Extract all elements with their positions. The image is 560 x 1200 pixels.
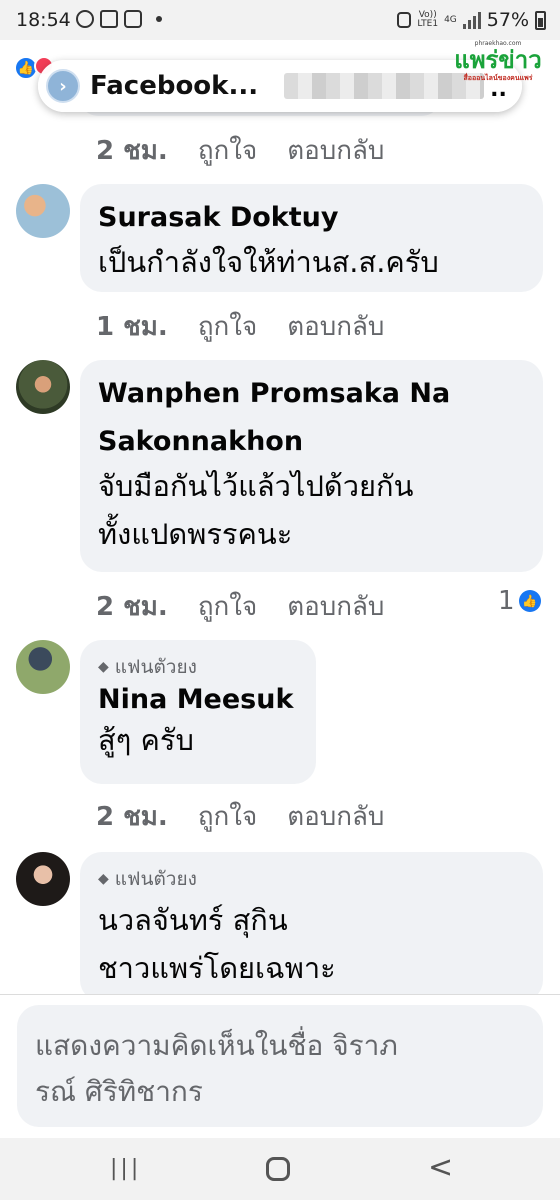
status-right-icons: Vo)) LTE1 4G 57% bbox=[397, 9, 546, 31]
tiktok-icon bbox=[124, 10, 142, 28]
reply-link[interactable]: ตอบกลับ bbox=[287, 586, 384, 627]
battery-percent: 57% bbox=[486, 9, 529, 31]
comment-time: 2 ชม. bbox=[96, 136, 168, 166]
comment-text-line: จับมือกันไว้แล้วไปด้วยกัน bbox=[98, 469, 414, 503]
comment-text: ชาวแพร่โดยเฉพาะ bbox=[98, 951, 336, 985]
battery-icon bbox=[535, 10, 546, 30]
comment-author[interactable]: Surasak Doktuy bbox=[98, 198, 525, 238]
home-button[interactable] bbox=[266, 1157, 290, 1181]
comment-bubble: Wanphen Promsaka Na Sakonnakhon จับมือกั… bbox=[80, 360, 543, 572]
comment-bubble: ◆ แฟนตัวยง Nina Meesuk สู้ๆ ครับ bbox=[80, 640, 316, 784]
more-notifications-dot bbox=[156, 16, 162, 22]
comment-time: 2 ชม. bbox=[96, 802, 168, 832]
reaction-number: 1 bbox=[498, 586, 515, 616]
watermark-subtitle: สื่อออนไลน์ของคนแพร่ bbox=[463, 74, 533, 82]
comment-text: สู้ๆ ครับ bbox=[98, 723, 194, 757]
signal-icon bbox=[462, 11, 481, 29]
author-name-line: Wanphen Promsaka Na bbox=[98, 378, 451, 409]
network-indicator: Vo)) LTE1 bbox=[417, 11, 438, 29]
badge-label: แฟนตัวยง bbox=[114, 656, 197, 678]
status-bar: 18:54 Vo)) LTE1 4G 57% bbox=[0, 0, 560, 40]
comment-time: 2 ชม. bbox=[96, 592, 168, 622]
badge-label: แฟนตัวยง bbox=[114, 868, 197, 890]
comment-author[interactable]: นวลจันทร์ สุกิน bbox=[98, 896, 525, 944]
alarm-icon bbox=[397, 12, 412, 28]
comment-time: 1 ชม. bbox=[96, 312, 168, 342]
no-disturb-icon bbox=[76, 10, 94, 28]
comment-bubble: ◆ แฟนตัวยง นวลจันทร์ สุกิน ชาวแพร่โดยเฉพ… bbox=[80, 852, 543, 1002]
system-nav-bar: ||| < bbox=[0, 1138, 560, 1200]
reply-link[interactable]: ตอบกลับ bbox=[287, 306, 384, 347]
lte-label: LTE1 bbox=[417, 19, 439, 29]
like-link[interactable]: ถูกใจ bbox=[198, 306, 257, 347]
status-notification-icons bbox=[76, 10, 162, 28]
comment-meta: 2 ชม. ถูกใจ ตอบกลับ bbox=[96, 796, 384, 837]
back-button[interactable]: < bbox=[428, 1150, 453, 1185]
comment-meta: 2 ชม. ถูกใจ ตอบกลับ bbox=[96, 586, 384, 627]
comment-text: จับมือกันไว้แล้วไปด้วยกัน ทั้งแปดพรรคนะ bbox=[98, 462, 525, 558]
reply-link[interactable]: ตอบกลับ bbox=[287, 130, 384, 171]
watermark-title: แพร่ข่าว bbox=[454, 46, 542, 74]
reaction-count[interactable]: 1 👍 bbox=[498, 586, 541, 616]
comment-author[interactable]: Wanphen Promsaka Na Sakonnakhon bbox=[98, 374, 525, 462]
comment-composer: แสดงความคิดเห็นในชื่อ จิราภ รณ์ ศิริทิชา… bbox=[0, 994, 560, 1138]
avatar[interactable] bbox=[16, 184, 70, 238]
avatar[interactable] bbox=[16, 852, 70, 906]
recent-apps-button[interactable]: ||| bbox=[110, 1156, 141, 1181]
status-time: 18:54 bbox=[16, 9, 71, 31]
comment-bubble: Surasak Doktuy เป็นกำลังใจให้ท่านส.ส.ครั… bbox=[80, 184, 543, 292]
like-icon: 👍 bbox=[518, 590, 541, 612]
comment-meta: 2 ชม. ถูกใจ ตอบกลับ bbox=[96, 130, 384, 171]
diamond-icon: ◆ bbox=[98, 871, 109, 887]
network-type: 4G bbox=[444, 14, 457, 25]
bubble-title: Facebook... bbox=[90, 71, 259, 101]
author-name-line: Sakonnakhon bbox=[98, 426, 304, 457]
input-placeholder-line: แสดงความคิดเห็นในชื่อ จิราภ bbox=[35, 1029, 398, 1062]
comment-input[interactable]: แสดงความคิดเห็นในชื่อ จิราภ รณ์ ศิริทิชา… bbox=[17, 1005, 543, 1127]
reply-link[interactable]: ตอบกลับ bbox=[287, 796, 384, 837]
like-link[interactable]: ถูกใจ bbox=[198, 586, 257, 627]
avatar[interactable] bbox=[16, 360, 70, 414]
like-link[interactable]: ถูกใจ bbox=[198, 130, 257, 171]
forward-arrow-icon: › bbox=[46, 69, 80, 103]
watermark-logo: phraekhao.com แพร่ข่าว สื่อออนไลน์ของคนแ… bbox=[448, 40, 548, 84]
diamond-icon: ◆ bbox=[98, 659, 109, 675]
comment-text: เป็นกำลังใจให้ท่านส.ส.ครับ bbox=[98, 245, 439, 279]
comment-meta: 1 ชม. ถูกใจ ตอบกลับ bbox=[96, 306, 384, 347]
comment-text-line: ทั้งแปดพรรคนะ bbox=[98, 517, 293, 551]
top-fan-badge: ◆ แฟนตัวยง bbox=[98, 654, 298, 680]
comment-author[interactable]: Nina Meesuk bbox=[98, 680, 298, 720]
like-link[interactable]: ถูกใจ bbox=[198, 796, 257, 837]
avatar[interactable] bbox=[16, 640, 70, 694]
input-placeholder-line: รณ์ ศิริทิชากร bbox=[35, 1075, 203, 1108]
top-fan-badge: ◆ แฟนตัวยง bbox=[98, 866, 525, 892]
gallery-icon bbox=[100, 10, 118, 28]
